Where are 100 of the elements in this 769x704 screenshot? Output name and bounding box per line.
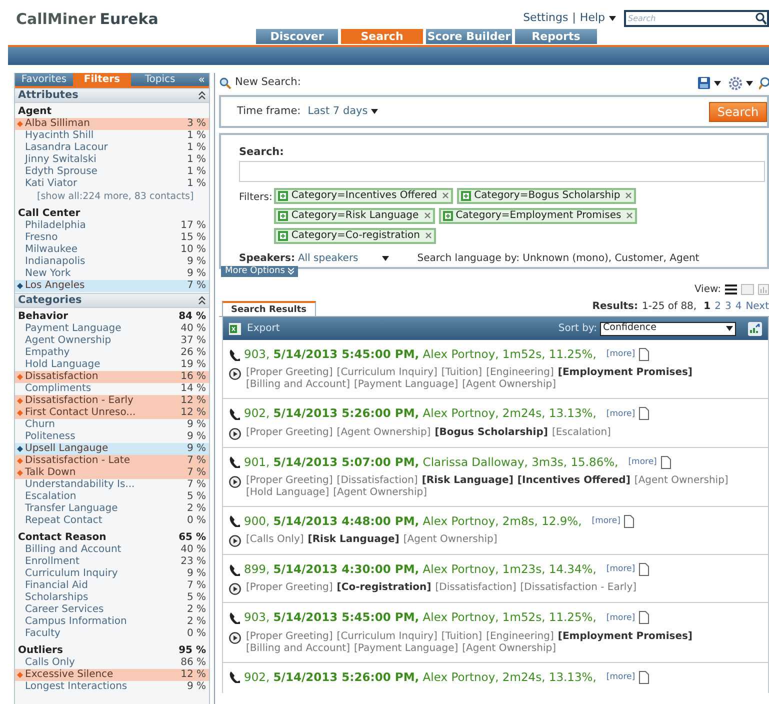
filter-row[interactable]: Hyacinth Shill 1 % [15, 130, 209, 142]
filter-row[interactable]: Calls Only 86 % [15, 657, 209, 669]
nav-tab[interactable]: Reports [515, 29, 597, 44]
more-link[interactable]: [more] [606, 612, 636, 624]
more-link[interactable]: [more] [606, 670, 636, 684]
filter-row[interactable]: Lasandra Lacour 1 % [15, 142, 209, 154]
header-link[interactable]: Settings [523, 10, 568, 27]
category-tag: [Curriculum Inquiry] [336, 630, 438, 642]
filter-row[interactable]: Scholarships 5 % [15, 592, 209, 604]
sidebar-tab[interactable]: Favorites [15, 73, 73, 86]
more-link[interactable]: [more] [592, 515, 620, 528]
filter-row[interactable]: Transfer Language 2 % [15, 503, 209, 515]
export-button[interactable]: Export [229, 321, 280, 336]
filter-row[interactable]: Repeat Contact 0 % [15, 515, 209, 527]
filter-row[interactable]: Fresno 15 % [15, 232, 209, 244]
filter-row[interactable]: Politeness 9 % [15, 431, 209, 443]
more-link[interactable]: [more] [606, 348, 636, 361]
filter-chip[interactable]: Category=Bogus Scholarship [457, 188, 636, 204]
filter-chip[interactable]: Category=Incentives Offered [274, 188, 454, 204]
time-frame-dropdown[interactable]: Last 7 days [308, 104, 378, 120]
more-link[interactable]: [more] [606, 408, 636, 420]
call-heading: 903, 5/14/2013 5:45:00 PM, Alex Portnoy, 1m52s, 11.25%, [244, 609, 596, 626]
collapse-button[interactable]: « [189, 73, 209, 86]
filter-chip[interactable]: Category=Risk Language [274, 208, 435, 224]
play-icon [229, 428, 241, 440]
filter-row[interactable]: New York 9 % [15, 268, 209, 280]
phone-icon [229, 456, 240, 468]
filter-row[interactable]: Hold Language 19 % [15, 359, 209, 371]
sort-dropdown[interactable]: Confidence [600, 322, 736, 336]
filter-row[interactable]: Milwaukee 10 % [15, 244, 209, 256]
filter-row[interactable]: Compliments 14 % [15, 383, 209, 395]
filter-row[interactable]: Understandability Is... 7 % [15, 479, 209, 491]
filter-row[interactable]: Financial Aid 7 % [15, 580, 209, 592]
sidebar-tab[interactable]: Topics [131, 73, 189, 86]
field-label: Time frame: [237, 104, 301, 119]
nav-tab[interactable]: Discover [256, 29, 338, 44]
filter-chip[interactable]: Category=Employment Promises [438, 208, 638, 224]
show-all-link[interactable]: [show all:224 more, 83 contacts] [15, 190, 209, 203]
filter-row[interactable]: Curriculum Inquiry 9 % [15, 568, 209, 580]
filter-row[interactable]: First Contact Unreso... 12 % [15, 407, 209, 419]
category-tag: [Curriculum Inquiry] [336, 367, 438, 380]
call-heading: 902, 5/14/2013 5:26:00 PM, Alex Portnoy, 2m24s, 13.13%, [244, 405, 596, 422]
filter-row[interactable]: Kati Viator 1 % [15, 178, 209, 190]
filter-row[interactable]: Longest Interactions 9 % [15, 681, 209, 693]
nav-tab[interactable]: Score Builder [426, 29, 512, 44]
category-tag: [Risk Language] [422, 474, 514, 487]
next-link[interactable]: Next [746, 299, 769, 314]
filter-row[interactable]: Dissatisfaction - Late 7 % [15, 455, 209, 467]
category-tag: [Risk Language] [308, 534, 400, 546]
filter-row[interactable]: Empathy 26 % [15, 347, 209, 359]
page-link[interactable]: 1 [704, 299, 711, 314]
filter-row[interactable]: Billing and Account 40 % [15, 544, 209, 556]
filter-row[interactable]: Escalation 5 % [15, 491, 209, 503]
filter-row[interactable]: Indianapolis 9 % [15, 256, 209, 268]
group-title: Outliers [18, 645, 63, 657]
filter-row[interactable]: Dissatisfaction - Early 12 % [15, 395, 209, 407]
expand-icon [288, 267, 294, 276]
more-link[interactable]: [more] [606, 563, 636, 576]
more-link[interactable]: [more] [628, 456, 657, 468]
filter-row[interactable]: Talk Down 7 % [15, 467, 209, 479]
filter-row[interactable]: Payment Language 40 % [15, 323, 209, 335]
page-link[interactable]: 3 [724, 299, 732, 314]
filter-row[interactable]: Churn 9 % [15, 419, 209, 431]
filter-row[interactable]: Edyth Sprouse 1 % [15, 166, 209, 178]
search-input[interactable] [239, 160, 765, 182]
filter-row[interactable]: Jinny Switalski 1 % [15, 154, 209, 166]
document-icon [639, 348, 650, 362]
filter-row[interactable]: Career Services 2 % [15, 604, 209, 616]
filter-chip[interactable]: Category=Co-registration [274, 228, 436, 244]
logo-brand: CallMiner [16, 9, 96, 30]
phone-icon [229, 515, 240, 528]
page-link[interactable]: 2 [714, 299, 721, 314]
call-heading: 902, 5/14/2013 5:26:00 PM, Alex Portnoy, 2m24s, 13.13%, [244, 668, 596, 686]
filter-row[interactable]: Dissatisfaction 16 % [15, 371, 209, 383]
filter-row[interactable]: Campus Information 2 % [15, 616, 209, 628]
call-heading: 901, 5/14/2013 5:07:00 PM, Clarissa Dalloway, 3m3s, 15.86%, [244, 454, 618, 470]
category-tag: [Agent Ownership] [462, 642, 556, 654]
filter-row[interactable]: Upsell Langauge 9 % [15, 443, 209, 455]
filter-row[interactable]: Agent Ownership 37 % [15, 335, 209, 347]
category-tag: [Agent Ownership] [333, 486, 428, 499]
speakers-dropdown[interactable]: All speakers [298, 250, 390, 266]
category-tag: [Proper Greeting] [246, 426, 333, 438]
page-link[interactable]: 4 [735, 299, 742, 314]
filter-row[interactable]: Alba Silliman 3 % [15, 118, 209, 130]
filter-row[interactable]: Excessive Silence 12 % [15, 669, 209, 681]
phone-icon [229, 564, 240, 576]
phone-icon [229, 612, 240, 624]
category-tag: [Agent Ownership] [336, 426, 431, 438]
thumbnail-view-icon [741, 284, 754, 294]
results-tab[interactable]: Search Results [222, 301, 316, 316]
category-tag: [Billing and Account] [246, 379, 350, 392]
header-link[interactable]: Help [580, 10, 605, 27]
panel-title: New Search: [235, 75, 302, 90]
filter-row[interactable]: Los Angeles 7 % [15, 280, 209, 292]
filter-row[interactable]: Philadelphia 17 % [15, 220, 209, 232]
save-icon [698, 77, 710, 89]
filter-row[interactable]: Faculty 0 % [15, 628, 209, 640]
filter-row[interactable]: Enrollment 23 % [15, 556, 209, 568]
more-options-button[interactable]: More Options [221, 266, 298, 277]
document-icon [639, 407, 650, 420]
